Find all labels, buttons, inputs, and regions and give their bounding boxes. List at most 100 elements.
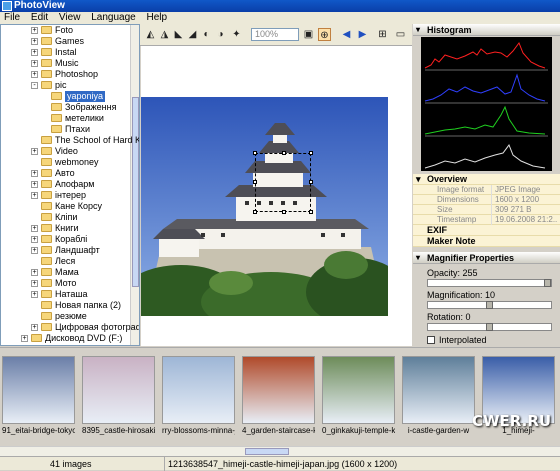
- expand-icon[interactable]: +: [31, 225, 38, 232]
- tree-item[interactable]: + Games: [1, 36, 139, 47]
- slider-thumb[interactable]: [486, 301, 493, 309]
- tree-item[interactable]: + Мама: [1, 267, 139, 278]
- tree-item[interactable]: + Кораблі: [1, 234, 139, 245]
- rotation-slider[interactable]: [427, 323, 552, 331]
- menu-view[interactable]: View: [55, 12, 85, 24]
- tree-item[interactable]: резюме: [1, 311, 139, 322]
- tree-item[interactable]: + Music: [1, 58, 139, 69]
- thumbnail-image[interactable]: [162, 356, 235, 424]
- expand-icon[interactable]: +: [31, 49, 38, 56]
- expand-icon[interactable]: +: [31, 181, 38, 188]
- tree-item[interactable]: + Instal: [1, 47, 139, 58]
- tree-item[interactable]: + Photoshop: [1, 69, 139, 80]
- tree-item[interactable]: webmoney: [1, 157, 139, 168]
- tree-item[interactable]: + Мото: [1, 278, 139, 289]
- magnifier-selection[interactable]: [253, 151, 313, 214]
- tree-item[interactable]: метелики: [1, 113, 139, 124]
- tree-item[interactable]: + Авто: [1, 168, 139, 179]
- exif-group[interactable]: EXIF: [413, 225, 560, 236]
- next-icon[interactable]: ▶: [356, 28, 369, 41]
- menu-language[interactable]: Language: [87, 12, 140, 24]
- thumbnail-scrollbar[interactable]: [0, 446, 560, 456]
- rotate-left-icon[interactable]: ◣: [172, 28, 185, 41]
- previous-icon[interactable]: ◀: [340, 28, 353, 41]
- folder-tree[interactable]: + Foto + Games + Instal + Music + Photoshop - pic ya…: [0, 24, 140, 346]
- expand-icon[interactable]: +: [31, 60, 38, 67]
- expand-icon[interactable]: +: [31, 38, 38, 45]
- zoom-select[interactable]: 100%: [251, 28, 299, 41]
- magnifier-icon[interactable]: ⊕: [318, 28, 331, 41]
- expand-icon[interactable]: +: [31, 236, 38, 243]
- thumbnail-item[interactable]: rry-blossoms-minna-ji-ke: [162, 356, 235, 436]
- prop-key: Dimensions: [437, 195, 479, 204]
- tree-item[interactable]: + Книги: [1, 223, 139, 234]
- tree-item-label: yaponiya: [65, 91, 106, 102]
- menu-edit[interactable]: Edit: [27, 12, 52, 24]
- expand-icon[interactable]: +: [31, 324, 38, 331]
- tree-item-label: Мама: [55, 267, 79, 277]
- maker-note-group[interactable]: Maker Note: [413, 236, 560, 247]
- tree-item[interactable]: The School of Hard Knc: [1, 135, 139, 146]
- slider-thumb[interactable]: [544, 279, 551, 287]
- expand-icon[interactable]: +: [31, 27, 38, 34]
- menu-file[interactable]: File: [0, 12, 24, 24]
- tree-item[interactable]: + Ландшафт: [1, 245, 139, 256]
- fullscreen-icon[interactable]: ⊞: [376, 28, 389, 41]
- tree-item[interactable]: + Цифровая фотографи: [1, 322, 139, 333]
- tree-item[interactable]: Леся: [1, 256, 139, 267]
- slider-thumb[interactable]: [486, 323, 493, 331]
- expand-icon[interactable]: +: [31, 148, 38, 155]
- tree-item[interactable]: Кліпи: [1, 212, 139, 223]
- rotate-right-icon[interactable]: ◢: [186, 28, 199, 41]
- interpolated-checkbox[interactable]: Interpolated: [413, 334, 560, 346]
- overview-group[interactable]: ▾ Overview: [413, 174, 560, 185]
- expand-icon[interactable]: +: [31, 71, 38, 78]
- thumbnail-image[interactable]: [322, 356, 395, 424]
- tree-item[interactable]: + Foto: [1, 25, 139, 36]
- tree-item[interactable]: + Video: [1, 146, 139, 157]
- tree-item[interactable]: - pic: [1, 80, 139, 91]
- thumbnail-scroll-thumb[interactable]: [245, 448, 289, 455]
- flip-vertical-icon[interactable]: ◮: [158, 28, 171, 41]
- fit-window-icon[interactable]: ▣: [302, 28, 315, 41]
- collapse-icon[interactable]: -: [31, 82, 38, 89]
- thumbnail-image[interactable]: [402, 356, 475, 424]
- tree-item[interactable]: Зображення: [1, 102, 139, 113]
- tree-item[interactable]: + Дисковод DVD (F:): [1, 333, 139, 344]
- brightness-icon[interactable]: ◑: [214, 28, 227, 41]
- tree-item[interactable]: + Апофарм: [1, 179, 139, 190]
- checkbox-box[interactable]: [427, 336, 435, 344]
- thumbnail-image[interactable]: [82, 356, 155, 424]
- expand-icon[interactable]: +: [21, 335, 28, 342]
- thumbnail-item[interactable]: 0_ginkakuji-temple-kyo: [322, 356, 395, 436]
- tree-item[interactable]: + інтерер: [1, 190, 139, 201]
- expand-icon[interactable]: +: [31, 269, 38, 276]
- thumbnail-item[interactable]: i-castle-garden-w: [402, 356, 475, 436]
- panel-toggle-icon[interactable]: ▭: [394, 28, 407, 41]
- flip-horizontal-icon[interactable]: ◭: [144, 28, 157, 41]
- magnifier-header[interactable]: ▾ Magnifier Properties: [413, 252, 560, 264]
- tree-item[interactable]: + Наташа: [1, 289, 139, 300]
- image-viewer[interactable]: [141, 46, 412, 346]
- opacity-slider[interactable]: [427, 279, 552, 287]
- thumbnail-image[interactable]: [2, 356, 75, 424]
- thumbnail-item[interactable]: 91_eitai-bridge-tokyo-: [2, 356, 75, 436]
- magnification-slider[interactable]: [427, 301, 552, 309]
- histogram-header[interactable]: ▾ Histogram: [413, 24, 560, 36]
- expand-icon[interactable]: +: [31, 291, 38, 298]
- tree-item[interactable]: +Crysis WARHEAD(R) (G:): [1, 344, 139, 345]
- expand-icon[interactable]: +: [31, 192, 38, 199]
- tree-item[interactable]: Кане Корсу: [1, 201, 139, 212]
- expand-icon[interactable]: +: [31, 170, 38, 177]
- thumbnail-item[interactable]: 4_garden-staircase-kyo: [242, 356, 315, 436]
- tree-item[interactable]: Новая папка (2): [1, 300, 139, 311]
- thumbnail-item[interactable]: 8395_castle-hirosaki-ja: [82, 356, 155, 436]
- effects-icon[interactable]: ✦: [230, 28, 243, 41]
- expand-icon[interactable]: +: [31, 247, 38, 254]
- thumbnail-image[interactable]: [242, 356, 315, 424]
- expand-icon[interactable]: +: [31, 280, 38, 287]
- contrast-icon[interactable]: ◐: [200, 28, 213, 41]
- tree-item[interactable]: yaponiya: [1, 91, 139, 102]
- tree-item[interactable]: Птахи: [1, 124, 139, 135]
- menu-help[interactable]: Help: [142, 12, 171, 24]
